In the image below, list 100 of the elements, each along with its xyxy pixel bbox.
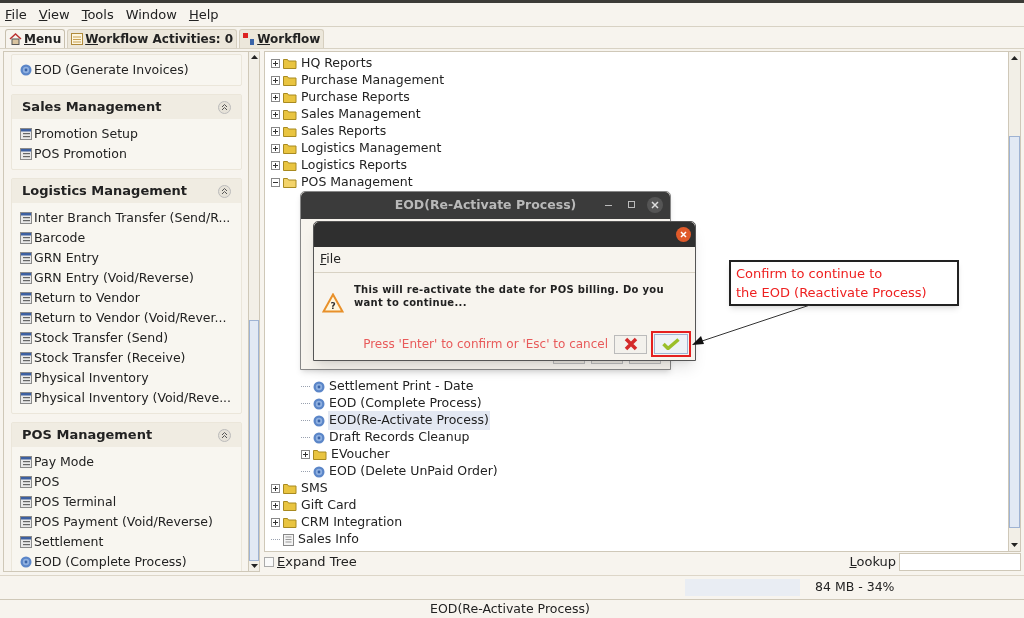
menu-item[interactable]: File bbox=[320, 250, 341, 269]
sidebar-item[interactable]: Return to Vendor (Void/Rever... bbox=[34, 308, 227, 328]
tree-item[interactable]: CRM Integration bbox=[300, 513, 404, 532]
hint-text: Press 'Enter' to confirm or 'Esc' to cancel bbox=[363, 336, 608, 353]
collapse-icon[interactable] bbox=[218, 428, 231, 442]
sidebar-item[interactable]: POS Payment (Void/Reverse) bbox=[34, 512, 213, 532]
sidebar-item[interactable]: EOD (Complete Process) bbox=[34, 552, 187, 571]
tree-item[interactable]: Sales Info bbox=[297, 530, 360, 549]
sidebar-item[interactable]: Inter Branch Transfer (Send/R... bbox=[34, 208, 231, 228]
close-icon[interactable] bbox=[647, 197, 663, 213]
sidebar-item[interactable]: POS Promotion bbox=[34, 144, 127, 164]
expand-icon[interactable] bbox=[270, 76, 280, 85]
folder-icon bbox=[283, 58, 297, 69]
collapse-icon[interactable] bbox=[218, 100, 231, 114]
form-icon bbox=[20, 372, 32, 384]
tree-item[interactable]: Settlement Print - Date bbox=[328, 377, 475, 396]
tree-item[interactable]: POS Management bbox=[300, 173, 414, 192]
sidebar-item[interactable]: GRN Entry bbox=[34, 248, 99, 268]
scroll-down-icon[interactable] bbox=[250, 564, 258, 568]
scrollbar[interactable] bbox=[1008, 52, 1020, 551]
tree-item[interactable]: Draft Records Cleanup bbox=[328, 428, 471, 447]
cancel-button[interactable] bbox=[614, 334, 647, 354]
form-icon bbox=[20, 536, 32, 548]
expand-icon[interactable] bbox=[270, 161, 280, 170]
tab[interactable]: Menu bbox=[5, 29, 66, 48]
sidebar-item[interactable]: Stock Transfer (Receive) bbox=[34, 348, 186, 368]
form-icon bbox=[20, 332, 32, 344]
maximize-icon[interactable] bbox=[628, 201, 635, 208]
checkbox-label[interactable]: Expand Tree bbox=[277, 552, 357, 572]
scrollbar[interactable] bbox=[248, 52, 259, 571]
form-icon bbox=[20, 476, 32, 488]
form-icon bbox=[20, 148, 32, 160]
form-icon bbox=[20, 252, 32, 264]
tree-item[interactable]: EOD (Delete UnPaid Order) bbox=[328, 462, 499, 481]
expand-icon[interactable] bbox=[270, 484, 280, 493]
lookup-field[interactable] bbox=[899, 553, 1021, 571]
form-icon bbox=[20, 128, 32, 140]
sidebar-item[interactable]: Physical Inventory (Void/Reve... bbox=[34, 388, 232, 408]
dialog-message: This will re-activate the date for POS billing. Do you want to continue... bbox=[354, 283, 664, 309]
form-icon bbox=[20, 352, 32, 364]
form-icon bbox=[20, 496, 32, 508]
form-icon bbox=[20, 212, 32, 224]
tree-item[interactable]: EVoucher bbox=[330, 445, 391, 464]
sidebar-item[interactable]: Stock Transfer (Send) bbox=[34, 328, 169, 348]
collapse-icon[interactable] bbox=[270, 178, 280, 187]
tree-item[interactable]: SMS bbox=[300, 479, 329, 498]
expand-icon[interactable] bbox=[270, 110, 280, 119]
expand-icon[interactable] bbox=[270, 93, 280, 102]
close-icon[interactable] bbox=[676, 227, 691, 242]
folder-icon bbox=[283, 126, 297, 137]
tree-item[interactable]: Purchase Management bbox=[300, 71, 446, 90]
form-icon bbox=[20, 516, 32, 528]
expand-icon[interactable] bbox=[300, 450, 310, 459]
scroll-down-icon[interactable] bbox=[1011, 543, 1018, 547]
collapse-icon[interactable] bbox=[218, 184, 231, 198]
menu-item[interactable]: Window bbox=[125, 4, 177, 25]
sidebar-item[interactable]: Pay Mode bbox=[34, 452, 95, 472]
expand-icon[interactable] bbox=[270, 127, 280, 136]
tab[interactable]: Workflow Activities: 0 bbox=[67, 29, 238, 48]
tree-item[interactable]: Purchase Reports bbox=[300, 88, 411, 107]
sidebar-item[interactable]: Settlement bbox=[34, 532, 104, 552]
sidebar-item[interactable]: Barcode bbox=[34, 228, 86, 248]
menu-item[interactable]: View bbox=[38, 4, 70, 25]
expand-icon[interactable] bbox=[270, 501, 280, 510]
form-icon bbox=[20, 272, 32, 284]
sidebar-item[interactable]: POS Terminal bbox=[34, 492, 117, 512]
memory-reading: 84 MB - 34% bbox=[815, 578, 895, 597]
sidebar-item[interactable]: Physical Inventory bbox=[34, 368, 149, 388]
menu-item[interactable]: File bbox=[5, 4, 27, 25]
tree-item[interactable]: Sales Management bbox=[300, 105, 422, 124]
scroll-up-icon[interactable] bbox=[1011, 56, 1018, 60]
tree-item[interactable]: EOD(Re-Activate Process) bbox=[328, 411, 490, 430]
tree-item[interactable]: Gift Card bbox=[300, 496, 358, 515]
tree-item[interactable]: HQ Reports bbox=[300, 54, 374, 73]
menu-item[interactable]: Help bbox=[188, 4, 219, 25]
open-folder-icon bbox=[283, 177, 297, 188]
scroll-up-icon[interactable] bbox=[250, 55, 258, 59]
tree-item[interactable]: Logistics Management bbox=[300, 139, 443, 158]
sidebar-item[interactable]: Return to Vendor bbox=[34, 288, 140, 308]
folder-icon bbox=[283, 75, 297, 86]
document-icon bbox=[283, 533, 294, 546]
expand-icon[interactable] bbox=[270, 144, 280, 153]
home-icon bbox=[9, 33, 22, 45]
folder-icon bbox=[283, 517, 297, 528]
expand-icon[interactable] bbox=[270, 518, 280, 527]
form-icon bbox=[20, 392, 32, 404]
menu-item[interactable]: Tools bbox=[81, 4, 114, 25]
sidebar-item[interactable]: GRN Entry (Void/Reverse) bbox=[34, 268, 194, 288]
list-icon bbox=[71, 33, 84, 45]
check-icon bbox=[662, 338, 680, 350]
sidebar-item[interactable]: EOD (Generate Invoices) bbox=[34, 60, 189, 80]
sidebar-item[interactable]: Promotion Setup bbox=[34, 124, 138, 144]
close-icon bbox=[623, 337, 638, 351]
expand-icon[interactable] bbox=[270, 59, 280, 68]
tree-item[interactable]: Logistics Reports bbox=[300, 156, 408, 175]
sidebar-item[interactable]: POS bbox=[34, 472, 60, 492]
checkbox[interactable] bbox=[264, 557, 274, 567]
tab[interactable]: Workflow bbox=[239, 29, 325, 48]
tree-item[interactable]: EOD (Complete Process) bbox=[328, 394, 483, 413]
tree-item[interactable]: Sales Reports bbox=[300, 122, 388, 141]
